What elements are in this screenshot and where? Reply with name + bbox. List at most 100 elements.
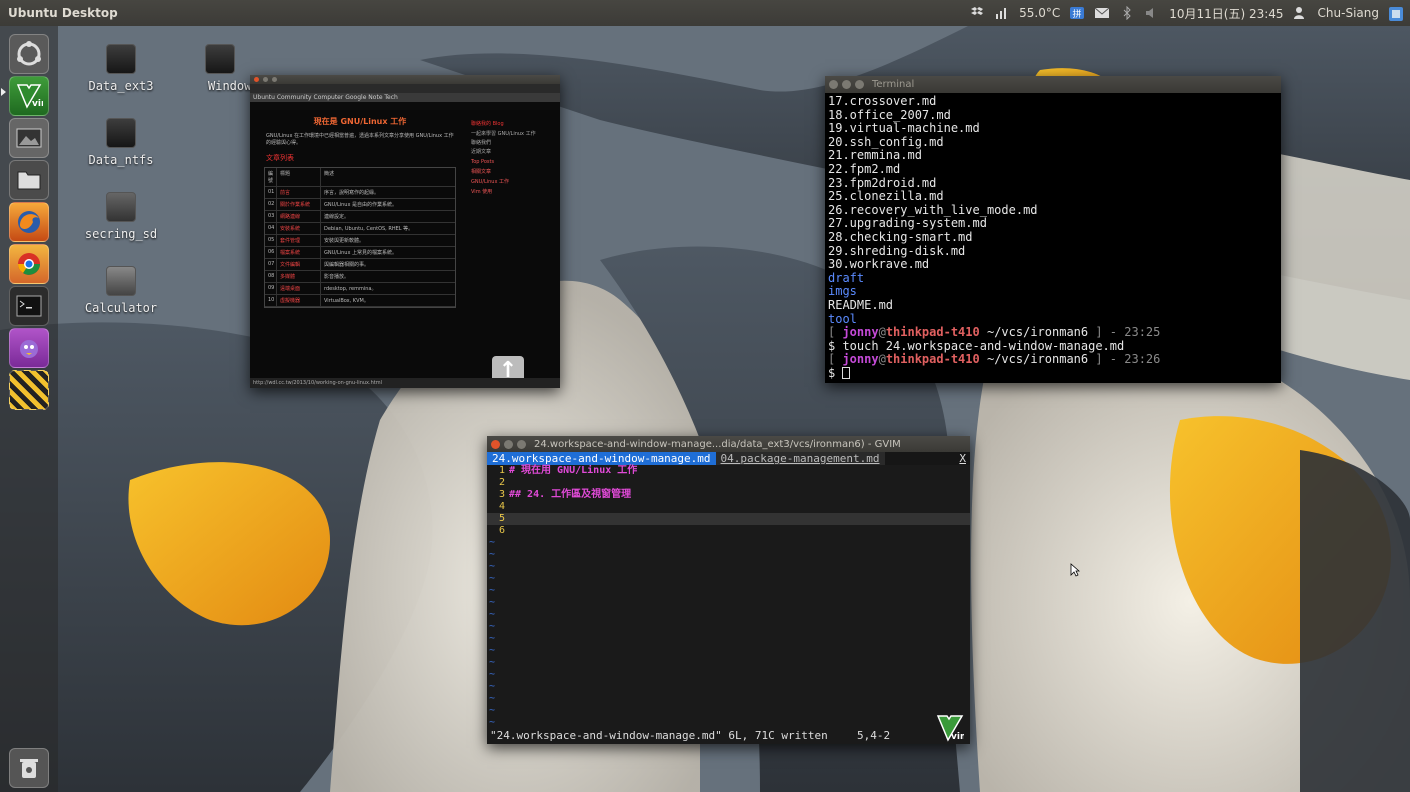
web-page[interactable]: 現在是 GNU/Linux 工作 GNU/Linux 在工作環境中已經相當普遍，… <box>250 110 560 388</box>
svg-text:vim: vim <box>951 732 964 742</box>
terminal-window[interactable]: Terminal 17.crossover.md 18.office_2007.m… <box>825 76 1281 383</box>
vim-line[interactable]: 3 ## 24. 工作區及視窗管理 <box>487 489 970 501</box>
terminal-line-directory: imgs <box>828 284 857 299</box>
vim-empty-line-marker: ~ <box>489 609 496 620</box>
desktop-icon-label: Data_ntfs <box>88 153 154 167</box>
launcher-files[interactable] <box>9 160 49 200</box>
table-cell-title-link[interactable]: 虛擬機器 <box>277 295 321 306</box>
vim-line[interactable]: 1 # 現在用 GNU/Linux 工作 <box>487 465 970 477</box>
launcher-terminal[interactable] <box>9 286 49 326</box>
terminal-title: Terminal <box>872 79 915 90</box>
tab-close-button[interactable]: X <box>959 452 966 465</box>
terminal-line: 26.recovery_with_live_mode.md <box>828 202 1038 217</box>
vim-line-number: 3 <box>498 489 505 500</box>
table-cell-title-link[interactable]: 套件管理 <box>277 235 321 246</box>
desktop-icon-data-ext3[interactable]: Data_ext3 <box>76 44 166 93</box>
gvim-titlebar[interactable]: 24.workspace-and-window-manage...dia/dat… <box>487 436 970 452</box>
bookmarks-bar[interactable]: Ubuntu Community Computer Google Note Te… <box>250 93 560 102</box>
launcher-workspace-switcher[interactable] <box>9 370 49 410</box>
close-button[interactable] <box>254 77 259 82</box>
vim-line[interactable]: 4 <box>487 501 970 513</box>
table-cell-description: 與編輯器相關的事。 <box>324 262 370 268</box>
terminal-input-line[interactable]: $ <box>828 365 1278 381</box>
vim-buffer[interactable]: 1 # 現在用 GNU/Linux 工作 2 3 ## 24. 工作區及視窗管理 4 5 6 ~… <box>487 465 970 729</box>
sidebar-link[interactable]: Top Posts <box>471 159 547 165</box>
clock[interactable]: 10月11日(五) 23:45 <box>1169 5 1283 22</box>
vim-line[interactable]: 6 <box>487 525 970 537</box>
tab-package-management[interactable]: 04.package-management.md <box>715 452 885 465</box>
vim-empty-line-marker: ~ <box>489 621 496 632</box>
session-menu-icon[interactable] <box>1388 6 1404 21</box>
table-cell-title-link[interactable]: 文件編輯 <box>277 259 321 270</box>
launcher-gvim[interactable]: vim <box>9 76 49 116</box>
article-title: 現在是 GNU/Linux 工作 <box>313 117 407 126</box>
table-cell-number: 04 <box>265 223 277 234</box>
launcher-trash[interactable] <box>9 748 49 788</box>
table-cell-description: GNU/Linux 上常見的檔案系統。 <box>324 250 398 256</box>
table-cell-title-link[interactable]: 安裝系統 <box>277 223 321 234</box>
dash-home-button[interactable] <box>9 34 49 74</box>
sidebar-link[interactable]: Vim 使用 <box>471 188 547 195</box>
desktop-icon-data-ntfs[interactable]: Data_ntfs <box>76 118 166 167</box>
tab-active-file[interactable]: 24.workspace-and-window-manage.md <box>487 452 716 465</box>
maximize-button[interactable] <box>272 77 277 82</box>
terminal-titlebar[interactable]: Terminal <box>825 76 1281 93</box>
mail-icon[interactable] <box>1094 6 1110 20</box>
desktop-icon-secring-sd[interactable]: secring_sd <box>76 192 166 241</box>
sidebar-link[interactable]: 相關文章 <box>471 168 547 175</box>
table-cell-title-link[interactable]: 關於作業系統 <box>277 199 321 210</box>
vim-empty-line-marker: ~ <box>489 705 496 716</box>
close-button[interactable] <box>829 80 838 89</box>
drive-icon <box>106 44 136 74</box>
user-icon <box>1293 6 1309 20</box>
desktop-icon-calculator[interactable]: Calculator <box>76 266 166 315</box>
browser-window[interactable]: Ubuntu Community Computer Google Note Te… <box>250 75 560 388</box>
table-cell-title-link[interactable]: 檔案系統 <box>277 247 321 258</box>
prompt-bracket: [ <box>828 352 843 367</box>
table-cell-title-link[interactable]: 網路連線 <box>277 211 321 222</box>
top-panel: Ubuntu Desktop 55.0°C 拼 10月11日(五) 23:45 … <box>0 0 1410 26</box>
prompt-path: ~/vcs/ironman6 <box>986 352 1089 367</box>
vim-empty-line-marker: ~ <box>489 537 496 548</box>
launcher-chrome[interactable] <box>9 244 49 284</box>
vim-tabline: 24.workspace-and-window-manage.md 04.pac… <box>487 452 970 465</box>
vim-empty-line-marker: ~ <box>489 681 496 692</box>
sidebar-link[interactable]: GNU/Linux 工作 <box>471 178 547 185</box>
gvim-title: 24.workspace-and-window-manage...dia/dat… <box>534 438 901 450</box>
browser-titlebar[interactable] <box>250 75 560 84</box>
launcher-firefox[interactable] <box>9 202 49 242</box>
prompt-at: @ <box>878 352 886 367</box>
dropbox-icon[interactable] <box>969 6 985 20</box>
vim-line[interactable]: 5 <box>487 513 970 525</box>
table-cell-title-link[interactable]: 遠端桌面 <box>277 283 321 294</box>
maximize-button[interactable] <box>855 80 864 89</box>
bluetooth-icon[interactable] <box>1119 5 1135 21</box>
table-row: 10 虛擬機器 VirtualBox, KVM。 <box>265 295 455 307</box>
keyboard-layout-icon[interactable]: 拼 <box>1069 6 1085 20</box>
terminal-icon <box>16 295 42 317</box>
prompt-dollar: $ <box>828 365 843 380</box>
volume-icon[interactable] <box>1144 6 1160 20</box>
drive-icon <box>106 118 136 148</box>
close-button[interactable] <box>491 439 500 449</box>
desktop-icon-window[interactable]: Window <box>190 44 250 93</box>
temperature-indicator[interactable]: 55.0°C <box>1019 6 1060 20</box>
vim-command-line: "24.workspace-and-window-manage.md" 6L, … <box>487 728 970 744</box>
network-icon[interactable] <box>994 6 1010 20</box>
terminal-output[interactable]: 17.crossover.md 18.office_2007.md 19.virtu… <box>825 93 1281 382</box>
minimize-button[interactable] <box>842 80 851 89</box>
launcher-image-viewer[interactable] <box>9 118 49 158</box>
launcher-pidgin[interactable] <box>9 328 49 368</box>
browser-tabstrip[interactable] <box>250 84 560 93</box>
pidgin-icon <box>20 340 38 358</box>
table-cell-description: Debian, Ubuntu, CentOS, RHEL 等。 <box>324 226 414 232</box>
vim-line[interactable]: 2 <box>487 477 970 489</box>
user-menu[interactable]: Chu-Siang <box>1318 6 1379 20</box>
table-cell-title-link[interactable]: 前言 <box>277 187 321 198</box>
maximize-button[interactable] <box>517 439 526 449</box>
table-cell-title-link[interactable]: 多媒體 <box>277 271 321 282</box>
prompt-sep: ] - <box>1088 325 1125 340</box>
minimize-button[interactable] <box>504 439 513 449</box>
gvim-window[interactable]: 24.workspace-and-window-manage...dia/dat… <box>487 436 970 744</box>
minimize-button[interactable] <box>263 77 268 82</box>
